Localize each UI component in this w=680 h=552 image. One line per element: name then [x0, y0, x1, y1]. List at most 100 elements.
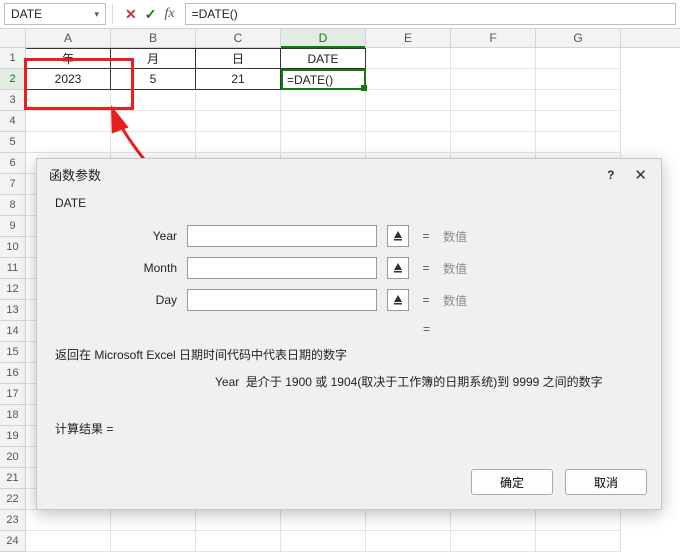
cell[interactable] [366, 531, 451, 552]
row-header[interactable]: 24 [0, 531, 26, 552]
row-header[interactable]: 12 [0, 279, 26, 300]
arg-input-month[interactable] [187, 257, 377, 279]
row-header[interactable]: 11 [0, 258, 26, 279]
row-header[interactable]: 6 [0, 153, 26, 174]
ok-button[interactable]: 确定 [471, 469, 553, 495]
col-header-e[interactable]: E [366, 29, 451, 47]
cell[interactable] [451, 531, 536, 552]
cell[interactable]: 月 [111, 48, 196, 69]
cell[interactable] [536, 48, 621, 69]
cell[interactable] [26, 111, 111, 132]
range-select-icon[interactable] [387, 225, 409, 247]
cell[interactable] [111, 111, 196, 132]
cell[interactable] [281, 90, 366, 111]
cell[interactable] [366, 90, 451, 111]
row-header[interactable]: 5 [0, 132, 26, 153]
cell[interactable] [366, 69, 451, 90]
arg-input-day[interactable] [187, 289, 377, 311]
row-header[interactable]: 9 [0, 216, 26, 237]
row-header[interactable]: 8 [0, 195, 26, 216]
cell[interactable] [366, 48, 451, 69]
cell[interactable] [196, 132, 281, 153]
dialog-titlebar[interactable]: 函数参数 ? ✕ [37, 159, 661, 190]
cell[interactable] [111, 132, 196, 153]
cancel-formula-icon[interactable]: ✕ [125, 6, 137, 23]
col-header-g[interactable]: G [536, 29, 621, 47]
cell[interactable] [451, 69, 536, 90]
cell[interactable] [111, 510, 196, 531]
row-header[interactable]: 14 [0, 321, 26, 342]
cell[interactable] [366, 111, 451, 132]
chevron-down-icon[interactable]: ▾ [94, 9, 99, 20]
cell[interactable] [366, 132, 451, 153]
cell[interactable] [451, 48, 536, 69]
formula-input[interactable]: =DATE() [185, 3, 676, 25]
cancel-button[interactable]: 取消 [565, 469, 647, 495]
cell[interactable] [196, 510, 281, 531]
row-header[interactable]: 3 [0, 90, 26, 111]
col-header-b[interactable]: B [111, 29, 196, 47]
col-header-c[interactable]: C [196, 29, 281, 47]
range-select-icon[interactable] [387, 257, 409, 279]
row-header[interactable]: 10 [0, 237, 26, 258]
cell[interactable]: 日 [196, 48, 281, 69]
row-header[interactable]: 15 [0, 342, 26, 363]
cell[interactable] [536, 531, 621, 552]
cell[interactable] [451, 90, 536, 111]
cell[interactable]: 2023 [26, 69, 111, 90]
grid-row: 4 [0, 111, 680, 132]
cell[interactable] [26, 132, 111, 153]
cell[interactable] [451, 132, 536, 153]
row-header[interactable]: 18 [0, 405, 26, 426]
cell[interactable] [451, 510, 536, 531]
row-header[interactable]: 21 [0, 468, 26, 489]
cell[interactable] [196, 531, 281, 552]
col-header-f[interactable]: F [451, 29, 536, 47]
cell[interactable] [281, 510, 366, 531]
accept-formula-icon[interactable]: ✓ [145, 6, 157, 23]
row-header[interactable]: 2 [0, 69, 26, 90]
cell[interactable] [196, 111, 281, 132]
cell[interactable] [536, 69, 621, 90]
row-header[interactable]: 22 [0, 489, 26, 510]
row-header[interactable]: 4 [0, 111, 26, 132]
cell[interactable] [451, 111, 536, 132]
row-header[interactable]: 16 [0, 363, 26, 384]
cell[interactable] [26, 510, 111, 531]
help-button[interactable]: ? [607, 168, 614, 182]
cell[interactable] [366, 510, 451, 531]
cell[interactable] [26, 531, 111, 552]
fx-icon[interactable]: fx [164, 6, 174, 22]
cell[interactable] [111, 531, 196, 552]
cell[interactable]: 21 [196, 69, 281, 90]
close-icon[interactable]: ✕ [628, 166, 653, 184]
select-all-corner[interactable] [0, 29, 26, 47]
cell[interactable] [281, 531, 366, 552]
row-header[interactable]: 1 [0, 48, 26, 69]
row-header[interactable]: 17 [0, 384, 26, 405]
cell[interactable]: DATE [281, 48, 366, 69]
active-cell[interactable]: =DATE() [281, 69, 366, 90]
fill-handle[interactable] [361, 85, 367, 91]
cell[interactable] [281, 132, 366, 153]
cell[interactable] [26, 90, 111, 111]
row-header[interactable]: 23 [0, 510, 26, 531]
arg-input-year[interactable] [187, 225, 377, 247]
cell[interactable]: 5 [111, 69, 196, 90]
range-select-icon[interactable] [387, 289, 409, 311]
col-header-d[interactable]: D [281, 29, 366, 47]
name-box[interactable]: DATE ▾ [4, 3, 106, 25]
row-header[interactable]: 20 [0, 447, 26, 468]
row-header[interactable]: 13 [0, 300, 26, 321]
col-header-a[interactable]: A [26, 29, 111, 47]
row-header[interactable]: 7 [0, 174, 26, 195]
cell[interactable] [536, 90, 621, 111]
cell[interactable] [536, 510, 621, 531]
cell[interactable]: 年 [26, 48, 111, 69]
cell[interactable] [536, 132, 621, 153]
cell[interactable] [281, 111, 366, 132]
cell[interactable] [196, 90, 281, 111]
row-header[interactable]: 19 [0, 426, 26, 447]
cell[interactable] [536, 111, 621, 132]
cell[interactable] [111, 90, 196, 111]
